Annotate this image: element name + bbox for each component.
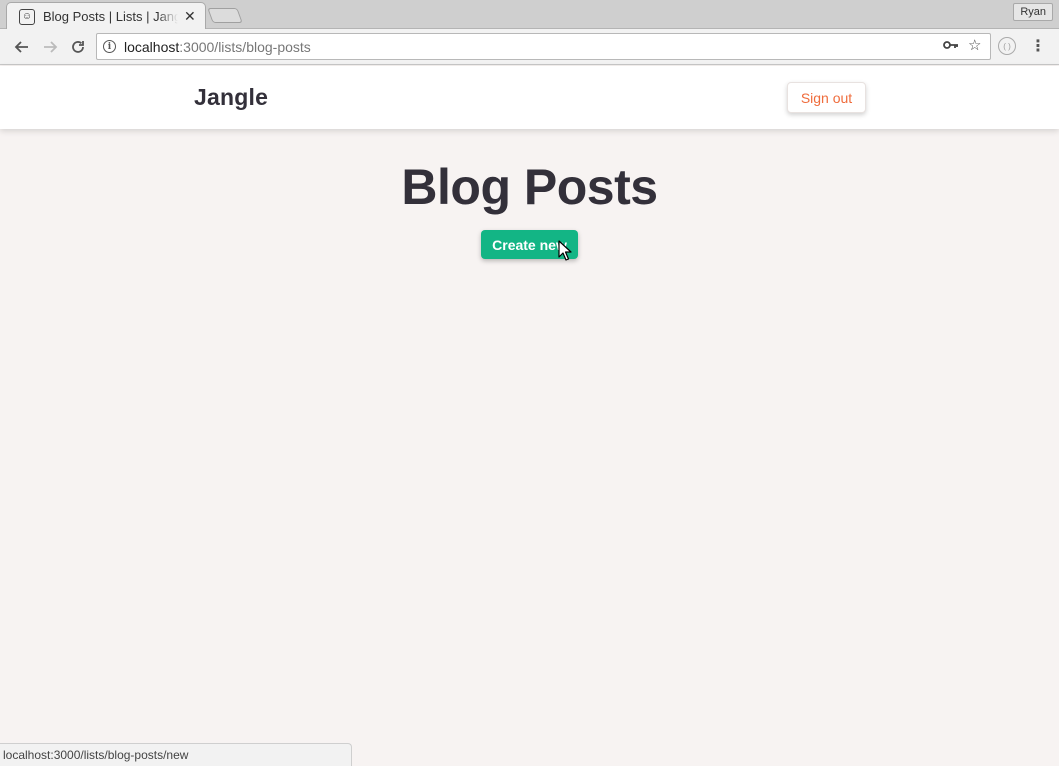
browser-tabstrip: ☺ Blog Posts | Lists | Jangle ✕ Ryan (0, 0, 1059, 30)
forward-arrow-icon[interactable] (38, 35, 62, 59)
tab-title: Blog Posts | Lists | Jangle (43, 9, 178, 24)
url-path: :3000/lists/blog-posts (179, 38, 311, 55)
kebab-menu-icon[interactable]: ⋮ (1030, 36, 1046, 56)
new-tab-button[interactable] (207, 8, 243, 23)
info-icon[interactable]: i (103, 40, 116, 53)
star-icon[interactable]: ☆ (968, 36, 981, 54)
address-bar[interactable]: i localhost:3000/lists/blog-posts ☆ (96, 33, 991, 60)
profile-button[interactable]: Ryan (1013, 3, 1053, 21)
browser-tab-active[interactable]: ☺ Blog Posts | Lists | Jangle ✕ (6, 2, 206, 30)
sign-out-button[interactable]: Sign out (787, 82, 866, 113)
favicon-icon: ☺ (19, 8, 35, 25)
tab-close-icon[interactable]: ✕ (184, 8, 196, 25)
mouse-pointer-icon (558, 240, 572, 261)
key-icon[interactable] (943, 38, 959, 56)
page-title: Blog Posts (401, 159, 658, 215)
reload-icon[interactable] (66, 35, 90, 59)
status-url-bubble: localhost:3000/lists/blog-posts/new (0, 743, 352, 766)
browser-toolbar: i localhost:3000/lists/blog-posts ☆ ( ) … (0, 29, 1059, 65)
page-viewport: Jangle Sign out Blog Posts Create new (0, 66, 1059, 766)
extension-icon[interactable]: ( ) (998, 37, 1016, 55)
site-header: Jangle Sign out (0, 66, 1059, 129)
url-host: localhost (124, 38, 180, 55)
brand-logo[interactable]: Jangle (194, 84, 268, 111)
back-arrow-icon[interactable] (10, 35, 34, 59)
